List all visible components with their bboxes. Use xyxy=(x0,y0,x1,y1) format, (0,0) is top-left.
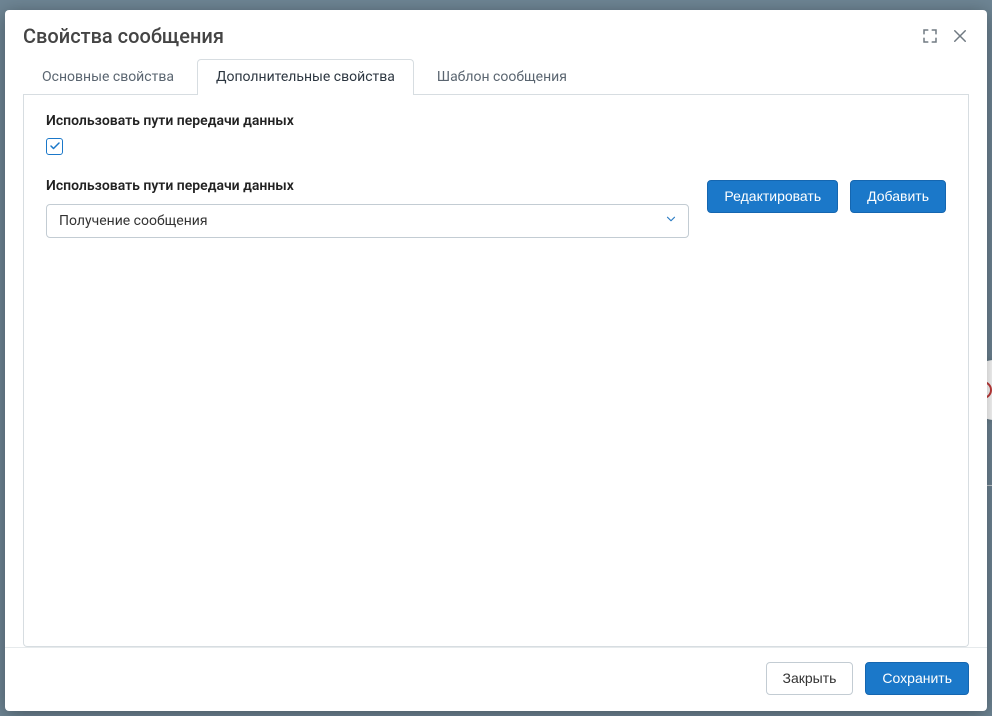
data-paths-select[interactable]: Получение сообщения xyxy=(46,204,689,238)
modal-backdrop: Свойства сообщения Основные свойства Доп… xyxy=(0,0,992,716)
modal-title: Свойства сообщения xyxy=(23,24,921,48)
chevron-down-icon xyxy=(664,212,678,230)
maximize-icon[interactable] xyxy=(921,27,939,45)
tab-bar: Основные свойства Дополнительные свойств… xyxy=(23,58,969,95)
modal-footer: Закрыть Сохранить xyxy=(5,647,987,711)
edit-button[interactable]: Редактировать xyxy=(707,180,838,213)
message-properties-modal: Свойства сообщения Основные свойства Доп… xyxy=(5,10,987,711)
add-button[interactable]: Добавить xyxy=(850,180,946,213)
close-button[interactable]: Закрыть xyxy=(766,662,854,695)
data-paths-select-value: Получение сообщения xyxy=(59,213,208,229)
use-data-paths-checkbox[interactable] xyxy=(46,138,63,155)
tab-body-additional: Использовать пути передачи данных Исполь… xyxy=(23,95,969,647)
tab-additional-properties[interactable]: Дополнительные свойства xyxy=(197,59,414,95)
use-data-paths-label: Использовать пути передачи данных xyxy=(46,113,946,129)
modal-header: Свойства сообщения xyxy=(5,10,987,58)
close-icon[interactable] xyxy=(951,27,969,45)
tab-message-template[interactable]: Шаблон сообщения xyxy=(418,59,586,95)
save-button[interactable]: Сохранить xyxy=(865,662,969,695)
data-paths-select-label: Использовать пути передачи данных xyxy=(46,178,689,194)
tab-basic-properties[interactable]: Основные свойства xyxy=(23,59,193,95)
